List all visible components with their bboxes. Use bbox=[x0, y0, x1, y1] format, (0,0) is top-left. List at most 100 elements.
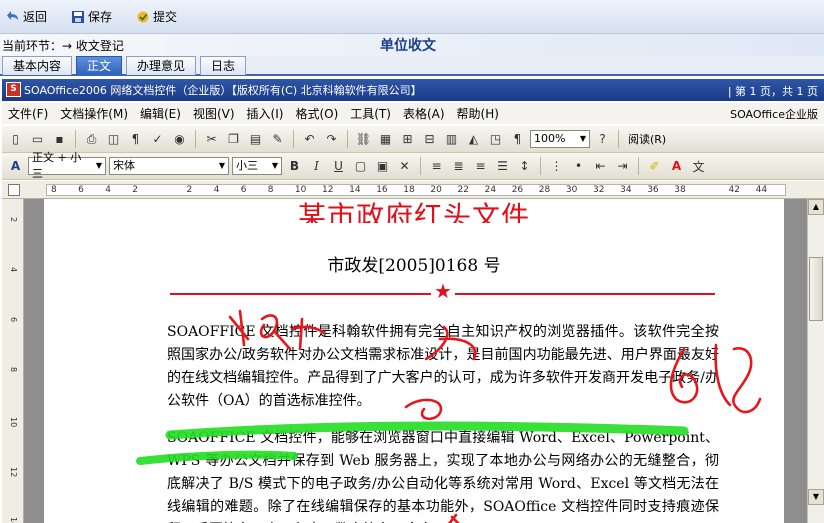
align-center-icon[interactable]: ≣ bbox=[449, 157, 468, 176]
toolbar-divider bbox=[75, 130, 76, 148]
decrease-indent-icon[interactable]: ⇤ bbox=[591, 157, 610, 176]
document-map-icon[interactable]: ◳ bbox=[486, 130, 505, 149]
soaoffice-logo-icon: S bbox=[6, 82, 21, 97]
font-size-select[interactable]: 小三 ▼ bbox=[232, 157, 282, 175]
font-select[interactable]: 宋体 ▼ bbox=[109, 157, 229, 175]
copy-icon[interactable]: ❐ bbox=[224, 130, 243, 149]
help-icon[interactable]: ? bbox=[593, 130, 612, 149]
ruler-track: 8 6 4 2 2 4 6 8 10 12 14 16 18 20 22 24 26 28 30 32 34 36 38 42… bbox=[46, 184, 786, 196]
save-button[interactable]: 保存 bbox=[71, 8, 112, 25]
document-area[interactable]: 某市政府红头文件 市政发[2005]0168 号 ★ SOAOFFICE 文档控… bbox=[24, 199, 807, 523]
toolbar-divider bbox=[347, 130, 348, 148]
open-file-icon[interactable]: ▭ bbox=[28, 130, 47, 149]
vertical-ruler[interactable]: 2 4 6 8 10 12 14 bbox=[2, 199, 24, 523]
character-shading-icon[interactable]: ▣ bbox=[373, 157, 392, 176]
align-left-icon[interactable]: ≡ bbox=[427, 157, 446, 176]
hyperlink-icon[interactable]: ⛓ bbox=[354, 130, 373, 149]
scroll-down-button[interactable]: ▼ bbox=[808, 489, 824, 505]
increase-indent-icon[interactable]: ⇥ bbox=[613, 157, 632, 176]
chevron-down-icon: ▼ bbox=[218, 161, 225, 170]
print-preview-icon[interactable]: ◫ bbox=[104, 130, 123, 149]
menu-edit[interactable]: 编辑(E) bbox=[140, 105, 181, 122]
line-spacing-icon[interactable]: ↕ bbox=[515, 157, 534, 176]
insert-table-icon[interactable]: ⊞ bbox=[398, 130, 417, 149]
page-info: | 第 1 页，共 1 页 bbox=[727, 85, 818, 98]
ruler-tick-label: 44 bbox=[755, 185, 768, 195]
toolbar-divider bbox=[420, 157, 421, 175]
character-scaling-icon[interactable]: ✕ bbox=[395, 157, 414, 176]
style-select[interactable]: 正文 + 小三 ▼ bbox=[28, 151, 106, 180]
justify-icon[interactable]: ☰ bbox=[493, 157, 512, 176]
align-right-icon[interactable]: ≡ bbox=[471, 157, 490, 176]
paste-icon[interactable]: ▤ bbox=[246, 130, 265, 149]
office-title-bar: S SOAOffice2006 网络文档控件（企业版）【版权所有(C) 北京科翰… bbox=[2, 79, 824, 101]
highlight-icon[interactable]: ✐ bbox=[645, 157, 664, 176]
menu-file[interactable]: 文件(F) bbox=[8, 105, 48, 122]
action-bar: 返回 保存 提交 bbox=[0, 0, 824, 34]
menu-table[interactable]: 表格(A) bbox=[403, 105, 445, 122]
ruler-tick-label: 38 bbox=[674, 185, 686, 195]
scroll-thumb[interactable] bbox=[809, 257, 823, 321]
back-icon bbox=[7, 10, 18, 20]
text-icon[interactable]: ¶ bbox=[126, 130, 145, 149]
submit-button[interactable]: 提交 bbox=[136, 8, 177, 25]
character-border-icon[interactable]: ▢ bbox=[351, 157, 370, 176]
bullets-icon[interactable]: • bbox=[569, 157, 588, 176]
redo-icon[interactable]: ↷ bbox=[322, 130, 341, 149]
cut-icon[interactable]: ✂ bbox=[202, 130, 221, 149]
menu-help[interactable]: 帮助(H) bbox=[457, 105, 499, 122]
save-file-icon[interactable]: ▪ bbox=[50, 130, 69, 149]
menu-document-ops[interactable]: 文档操作(M) bbox=[60, 105, 128, 122]
toolbar-divider bbox=[540, 157, 541, 175]
ruler-tick-label: 42 bbox=[728, 185, 740, 195]
ruler-tick-label: 8 bbox=[51, 185, 57, 195]
underline-icon[interactable]: U bbox=[329, 157, 348, 176]
tab-body-text[interactable]: 正文 bbox=[76, 56, 123, 75]
phonetic-guide-icon[interactable]: 文 bbox=[689, 157, 708, 176]
menu-insert[interactable]: 插入(I) bbox=[247, 105, 284, 122]
tables-borders-icon[interactable]: ▦ bbox=[376, 130, 395, 149]
current-step-label: 当前环节：→ 收文登记 bbox=[2, 39, 124, 53]
tab-opinions[interactable]: 办理意见 bbox=[126, 56, 197, 75]
menu-view[interactable]: 视图(V) bbox=[193, 105, 235, 122]
research-icon[interactable]: ◉ bbox=[170, 130, 189, 149]
menu-format[interactable]: 格式(O) bbox=[295, 105, 338, 122]
back-button[interactable]: 返回 bbox=[6, 8, 47, 25]
insert-excel-icon[interactable]: ⊟ bbox=[420, 130, 439, 149]
columns-icon[interactable]: ▥ bbox=[442, 130, 461, 149]
read-button[interactable]: 阅读(R) bbox=[625, 131, 669, 147]
show-hide-icon[interactable]: ¶ bbox=[508, 130, 527, 149]
vertical-scrollbar[interactable]: ▲ ▼ bbox=[807, 199, 824, 523]
bold-icon[interactable]: B bbox=[285, 157, 304, 176]
ruler-tick-label: 24 bbox=[484, 185, 497, 195]
zoom-select[interactable]: 100% ▼ bbox=[530, 130, 590, 148]
ruler-tick-label: 32 bbox=[593, 185, 605, 195]
scroll-up-button[interactable]: ▲ bbox=[808, 199, 824, 215]
menu-bar: 文件(F) 文档操作(M) 编辑(E) 视图(V) 插入(I) 格式(O) 工具… bbox=[2, 103, 824, 124]
font-color-icon[interactable]: A bbox=[667, 157, 686, 176]
style-value: 正文 + 小三 bbox=[32, 151, 82, 180]
ruler-tick-label: 36 bbox=[647, 185, 659, 195]
new-document-icon[interactable]: ▯ bbox=[6, 130, 25, 149]
spellcheck-icon[interactable]: ✓ bbox=[148, 130, 167, 149]
tab-selector[interactable] bbox=[8, 184, 20, 196]
styles-icon[interactable]: A bbox=[6, 157, 25, 176]
print-icon[interactable]: ⎙ bbox=[82, 130, 101, 149]
ruler-tick-label: 22 bbox=[457, 185, 469, 195]
drawing-icon[interactable]: ◭ bbox=[464, 130, 483, 149]
ruler-tick-label: 8 bbox=[267, 185, 274, 195]
ruler-tick-label: 30 bbox=[565, 185, 578, 195]
numbering-icon[interactable]: ⋮ bbox=[547, 157, 566, 176]
red-header-title: 某市政府红头文件 bbox=[297, 200, 530, 223]
horizontal-ruler[interactable]: 8 6 4 2 2 4 6 8 10 12 14 16 18 20 22 24 26 28 30 32 34 36 38 42… bbox=[2, 181, 824, 199]
italic-icon[interactable]: I bbox=[307, 157, 326, 176]
star-icon: ★ bbox=[431, 280, 455, 302]
format-painter-icon[interactable]: ✎ bbox=[268, 130, 287, 149]
tab-basic-content[interactable]: 基本内容 bbox=[2, 56, 73, 75]
tab-log[interactable]: 日志 bbox=[200, 56, 247, 75]
document-page[interactable]: 某市政府红头文件 市政发[2005]0168 号 ★ SOAOFFICE 文档控… bbox=[44, 199, 784, 523]
office-title: SOAOffice2006 网络文档控件（企业版）【版权所有(C) 北京科翰软件… bbox=[24, 84, 422, 97]
back-label: 返回 bbox=[23, 10, 48, 24]
menu-tools[interactable]: 工具(T) bbox=[350, 105, 391, 122]
undo-icon[interactable]: ↶ bbox=[300, 130, 319, 149]
